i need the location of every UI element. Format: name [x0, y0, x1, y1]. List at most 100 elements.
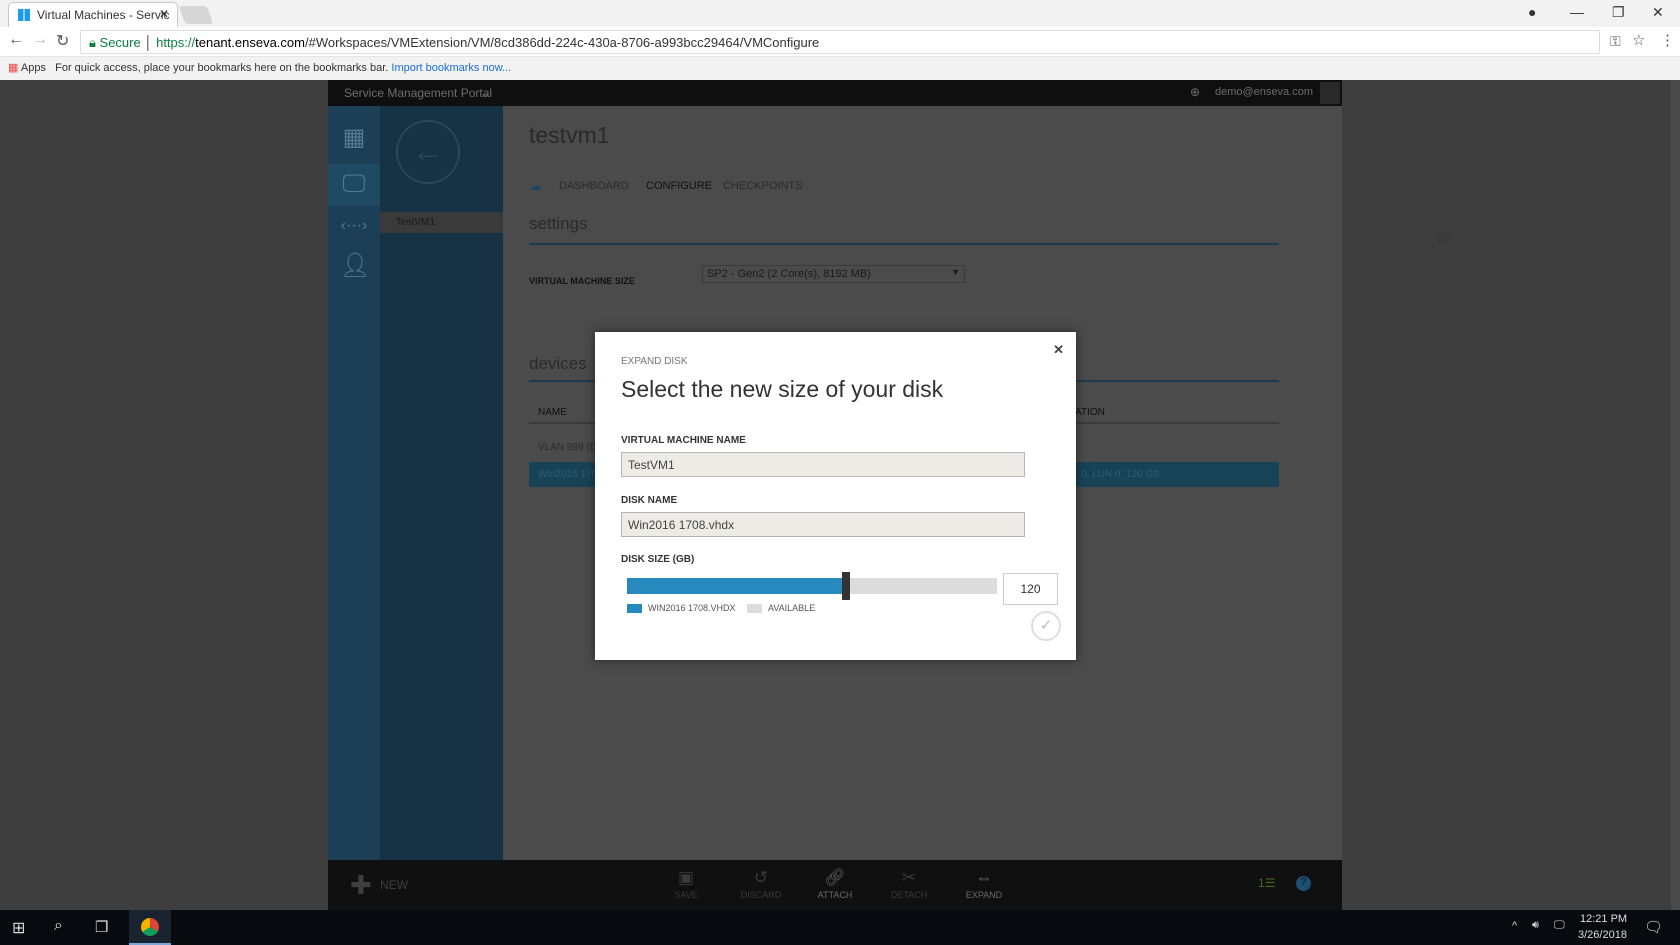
url-domain: tenant.enseva.com — [195, 35, 305, 50]
chrome-taskbar-button[interactable] — [129, 910, 171, 945]
globe-icon[interactable]: ⊕ — [1190, 85, 1200, 99]
notifications-button[interactable]: 1☰ — [1258, 876, 1275, 890]
discard-label: DISCARD — [740, 890, 782, 900]
close-tab-icon[interactable]: ✕ — [159, 7, 169, 21]
discard-button[interactable]: ↺ DISCARD — [736, 868, 786, 900]
dialog-title: Select the new size of your disk — [621, 376, 944, 402]
legend-used-label: WIN2016 1708.VHDX — [648, 603, 736, 613]
tray-chevron-icon[interactable]: ^ — [1512, 920, 1517, 932]
reload-icon[interactable]: ↻ — [56, 31, 69, 51]
disk-size-input[interactable]: 120 — [1003, 573, 1058, 605]
user-email[interactable]: demo@enseva.com — [1215, 86, 1313, 98]
link-icon: 🔗︎ — [824, 868, 846, 887]
save-button[interactable]: ▣ SAVE — [661, 868, 711, 900]
legend-used-swatch — [627, 604, 642, 613]
browser-tab-bar: Virtual Machines - Servic ✕ ● — ❐ ✕ — [0, 0, 1680, 27]
vm-list-item[interactable]: TestVM1 — [380, 212, 503, 233]
slider-handle[interactable] — [841, 572, 850, 600]
profile-icon[interactable]: ● — [1528, 4, 1536, 20]
new-tab-button[interactable] — [178, 6, 214, 24]
task-view-icon[interactable]: ❐ — [95, 918, 108, 936]
tab-configure[interactable]: CONFIGURE — [646, 180, 712, 192]
back-arrow-icon[interactable]: ← — [396, 120, 460, 184]
chevron-down-icon[interactable]: ⌄ — [480, 86, 490, 100]
attach-label: ATTACH — [817, 890, 853, 900]
back-icon[interactable]: ← — [8, 31, 24, 49]
windows-logo-icon — [18, 9, 30, 21]
disk-size-label: DISK SIZE (GB) — [621, 554, 695, 565]
all-items-grid-icon[interactable]: ▦ — [340, 124, 368, 152]
virtual-machine-icon[interactable]: 🖵︎ — [340, 170, 368, 198]
start-icon[interactable]: ⊞ — [12, 918, 25, 938]
cloud-icon: ☁ — [529, 178, 542, 193]
url-path: /#Workspaces/VMExtension/VM/8cd386dd-224… — [304, 35, 820, 50]
search-icon[interactable]: ⌕ — [54, 917, 63, 935]
clock-time[interactable]: 12:21 PM — [1580, 913, 1627, 925]
attach-button[interactable]: 🔗︎ ATTACH — [810, 868, 860, 900]
vm-size-label: VIRTUAL MACHINE SIZE — [529, 276, 635, 286]
vm-name-value: TestVM1 — [628, 458, 675, 472]
save-icon: ▣ — [677, 868, 695, 887]
dialog-eyebrow: EXPAND DISK — [621, 356, 688, 367]
close-window-button[interactable]: ✕ — [1652, 4, 1664, 21]
vm-name-input[interactable]: TestVM1 — [621, 452, 1025, 477]
close-icon[interactable]: ✕ — [1053, 342, 1064, 358]
dropdown-arrow-icon: ▼ — [951, 267, 960, 277]
address-bar-row: ← → ↻ 🔒︎ Secure │ https://tenant.enseva.… — [0, 27, 1680, 57]
new-button[interactable]: NEW — [380, 878, 408, 892]
action-center-icon[interactable]: 🗨︎ — [1644, 918, 1663, 936]
lock-icon: 🔒︎ — [89, 35, 100, 50]
disk-size-slider[interactable] — [627, 572, 997, 600]
disk-size-value: 120 — [1020, 582, 1041, 596]
avatar[interactable] — [1320, 82, 1340, 104]
help-button[interactable]: ? — [1296, 876, 1311, 891]
vm-size-select[interactable]: SP2 - Gen2 (2 Core(s), 8192 MB) ▼ — [702, 265, 965, 283]
devices-heading: devices — [529, 354, 587, 373]
network-tray-icon[interactable]: 🖵︎ — [1554, 919, 1565, 932]
forward-icon[interactable]: → — [32, 31, 48, 49]
disk-name-label: DISK NAME — [621, 495, 678, 506]
settings-heading: settings — [529, 214, 588, 233]
apps-grid-icon: ▦ — [8, 62, 19, 74]
undo-icon: ↺ — [753, 868, 769, 887]
user-icon[interactable]: 👤︎ — [340, 252, 370, 280]
restore-button[interactable]: ❐ — [1612, 4, 1625, 21]
nav-rail: ▦ 🖵︎ ‹···› 👤︎ — [328, 106, 380, 860]
clock-date[interactable]: 3/26/2018 — [1578, 929, 1627, 941]
table-row[interactable]: VLAN 999 (D — [538, 442, 597, 453]
expand-button[interactable]: ⇔ EXPAND — [959, 868, 1009, 900]
save-label: SAVE — [674, 890, 698, 900]
secure-label: Secure — [99, 35, 141, 50]
vm-list-item-label: TestVM1 — [396, 217, 435, 228]
col-location-header: ATION — [1075, 407, 1105, 418]
disk-name-value: Win2016 1708.vhdx — [628, 518, 735, 532]
apps-link[interactable]: Apps — [21, 62, 46, 74]
volume-icon[interactable]: 🔊︎ — [1532, 919, 1539, 932]
expand-label: EXPAND — [965, 890, 1003, 900]
vm-size-value: SP2 - Gen2 (2 Core(s), 8192 MB) — [707, 268, 871, 280]
url-input[interactable]: 🔒︎ Secure │ https://tenant.enseva.com/#W… — [80, 30, 1600, 54]
row-name: Win2016 170 — [538, 469, 597, 480]
import-bookmarks-link[interactable]: Import bookmarks now... — [391, 62, 511, 74]
key-icon[interactable]: ⚿ — [1610, 33, 1621, 50]
detach-button[interactable]: ✂ DETACH — [884, 868, 934, 900]
disk-name-input[interactable]: Win2016 1708.vhdx — [621, 512, 1025, 537]
expand-disk-dialog: ✕ EXPAND DISK Select the new size of you… — [595, 332, 1076, 660]
tab-dashboard[interactable]: DASHBOARD — [559, 180, 629, 192]
chrome-icon — [141, 918, 159, 936]
confirm-check-button[interactable]: ✓ — [1031, 611, 1061, 641]
scrollbar[interactable] — [1671, 80, 1680, 910]
network-icon[interactable]: ‹···› — [340, 212, 368, 240]
vm-list-panel: ← TestVM1 — [380, 106, 503, 860]
slider-fill — [627, 578, 842, 594]
star-icon[interactable]: ☆ — [1632, 31, 1645, 49]
menu-icon[interactable]: ⋮ — [1660, 31, 1675, 49]
minimize-button[interactable]: — — [1570, 4, 1584, 20]
windows-taskbar: ⊞ ⌕ ❐ ^ 🔊︎ 🖵︎ 12:21 PM 3/26/2018 🗨︎ — [0, 910, 1680, 945]
bookmarks-hint: For quick access, place your bookmarks h… — [55, 62, 389, 74]
tab-checkpoints[interactable]: CHECKPOINTS — [723, 180, 802, 192]
detach-label: DETACH — [890, 890, 928, 900]
browser-tab[interactable]: Virtual Machines - Servic ✕ — [8, 2, 178, 27]
help-icon[interactable] — [1437, 232, 1450, 245]
expand-icon: ⇔ — [975, 868, 993, 887]
